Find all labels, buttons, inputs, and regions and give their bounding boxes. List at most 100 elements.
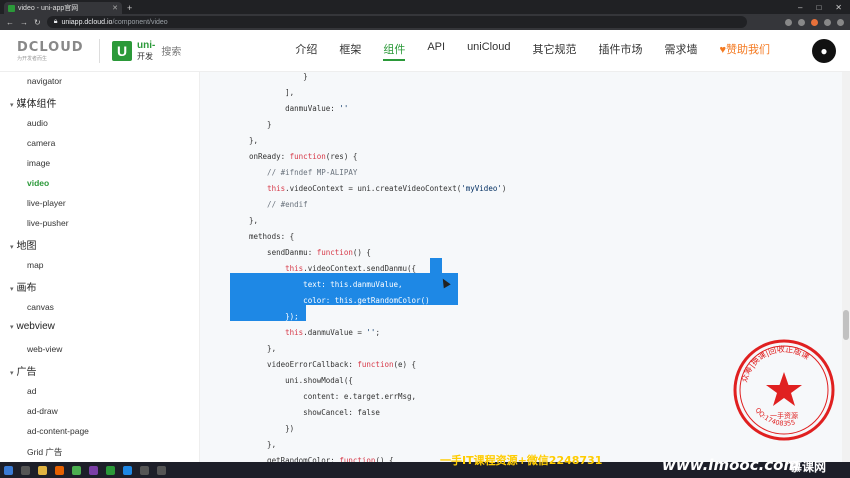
code-line: this.danmuValue = ''; xyxy=(285,328,380,337)
stamp-text: 众筹|换课|回收正版课 xyxy=(740,344,811,384)
sidebar-item[interactable]: web-view xyxy=(27,344,62,354)
chevron-down-icon: ▾ xyxy=(10,370,14,377)
extension-icon[interactable] xyxy=(785,18,792,26)
code-line: }, xyxy=(249,344,277,353)
watermark-url: www.imooc.com xyxy=(662,456,800,474)
menu-icon[interactable] xyxy=(837,18,844,26)
code-line: // #endif xyxy=(249,200,308,209)
main-nav: 介绍 框架 组件 API uniCloud 其它规范 插件市场 需求墙 ♥赞助我… xyxy=(295,41,792,61)
code-line: }, xyxy=(249,136,259,145)
reload-icon[interactable]: ↻ xyxy=(34,18,41,27)
svg-text:众筹|换课|回收正版课: 众筹|换课|回收正版课 xyxy=(740,344,811,384)
browser-toolbar: ← → ↻ 🔒︎ uniapp.dcloud.io/component/vide… xyxy=(0,14,850,30)
scrollbar-thumb[interactable] xyxy=(843,310,849,340)
hbuilder-icon[interactable] xyxy=(106,465,115,475)
sidebar-item[interactable]: audio xyxy=(27,118,48,128)
sidebar-item[interactable]: camera xyxy=(27,138,55,148)
nav-plugin-market[interactable]: 插件市场 xyxy=(598,41,642,61)
start-icon[interactable] xyxy=(4,465,13,475)
url-path: /component/video xyxy=(112,18,168,26)
sidebar-item[interactable]: ad-content-page xyxy=(27,426,89,436)
browser-tab[interactable]: video - uni-app官网 ✕ xyxy=(4,2,122,14)
tab-title: video - uni-app官网 xyxy=(18,5,79,12)
code-line: }, xyxy=(249,216,259,225)
code-line: // #ifndef MP-ALIPAY xyxy=(249,168,358,177)
firefox-icon[interactable] xyxy=(55,465,64,475)
stamp-center-text: 一手资源 xyxy=(770,411,798,420)
nav-demand-wall[interactable]: 需求墙 xyxy=(664,41,697,61)
vscode-icon[interactable] xyxy=(123,465,132,475)
uni-text: uni- xyxy=(137,39,156,51)
maximize-icon[interactable]: □ xyxy=(816,3,821,12)
code-line: text: this.danmuValue, xyxy=(249,280,403,289)
nav-unicloud[interactable]: uniCloud xyxy=(467,41,510,61)
sidebar-item[interactable]: image xyxy=(27,158,50,168)
sidebar-group[interactable]: ▾ 广告 xyxy=(10,363,37,378)
sidebar-group-label: webview xyxy=(16,321,55,332)
watermark-logo: 慕课网 xyxy=(790,460,827,474)
code-line: } xyxy=(249,120,272,129)
sidebar-group[interactable]: ▾ 媒体组件 xyxy=(10,95,57,110)
sidebar-item[interactable]: navigator xyxy=(27,76,62,86)
tab-close-icon[interactable]: ✕ xyxy=(112,4,118,12)
sidebar-group-label: 广告 xyxy=(16,367,37,378)
code-line: color: this.getRandomColor() xyxy=(249,296,430,305)
sidebar-group[interactable]: ▾ webview xyxy=(10,321,55,332)
nav-api[interactable]: API xyxy=(427,41,445,61)
nav-other-specs[interactable]: 其它规范 xyxy=(532,41,576,61)
code-line: uni.showModal({ xyxy=(249,376,353,385)
back-icon[interactable]: ← xyxy=(6,18,14,27)
dcloud-slogan: 为开发者而生 xyxy=(17,55,48,62)
sidebar-item[interactable]: Grid 广告 xyxy=(27,446,62,458)
sidebar-item[interactable]: live-pusher xyxy=(27,218,69,228)
window-close-icon[interactable]: ✕ xyxy=(835,3,842,12)
nav-framework[interactable]: 框架 xyxy=(339,41,361,61)
chrome-icon[interactable] xyxy=(72,465,81,475)
code-line: }, xyxy=(249,440,277,449)
sidebar-group[interactable]: ▾ 地图 xyxy=(10,237,37,252)
code-line: videoErrorCallback: function(e) { xyxy=(249,360,417,369)
tab-favicon-icon xyxy=(8,4,15,12)
sidebar-item[interactable]: live-player xyxy=(27,198,66,208)
sidebar-item[interactable]: canvas xyxy=(27,302,54,312)
code-line: this.videoContext = uni.createVideoConte… xyxy=(267,184,507,193)
onenote-icon[interactable] xyxy=(89,465,98,475)
github-icon[interactable]: ● xyxy=(812,38,836,63)
lock-icon: 🔒︎ xyxy=(53,18,58,25)
dcloud-logo[interactable]: DCLOUD 为开发者而生 xyxy=(17,39,84,62)
url-host: uniapp.dcloud.io xyxy=(61,18,113,26)
new-tab-icon[interactable]: + xyxy=(127,2,132,14)
star-icon[interactable] xyxy=(798,18,805,26)
nav-sponsor[interactable]: ♥赞助我们 xyxy=(719,41,770,61)
code-line: methods: { xyxy=(249,232,295,241)
code-line: sendDanmu: function() { xyxy=(249,248,371,257)
extension-icon[interactable] xyxy=(811,18,818,26)
minimize-icon[interactable]: – xyxy=(798,3,802,12)
nav-intro[interactable]: 介绍 xyxy=(295,41,317,61)
sidebar-group-label: 画布 xyxy=(16,283,37,294)
watermark-text: 一手IT课程资源+微信2248731 xyxy=(440,454,603,467)
window-controls: – □ ✕ xyxy=(798,0,850,14)
sidebar-item[interactable]: video xyxy=(27,178,49,188)
dcloud-logo-text: DCLOUD xyxy=(17,39,84,55)
page-scrollbar[interactable] xyxy=(842,72,850,462)
sidebar-item[interactable]: ad xyxy=(27,386,36,396)
uni-sub-text: 开发 xyxy=(137,51,153,61)
forward-icon[interactable]: → xyxy=(20,18,28,27)
nav-components[interactable]: 组件 xyxy=(383,41,406,61)
code-line: showCancel: false xyxy=(249,408,380,417)
search-icon[interactable] xyxy=(21,465,30,475)
sidebar-item[interactable]: map xyxy=(27,260,44,270)
sidebar-group[interactable]: ▾ 画布 xyxy=(10,279,37,294)
wechat-icon[interactable] xyxy=(157,465,166,475)
profile-icon[interactable] xyxy=(824,18,831,26)
uniapp-logo-icon[interactable]: U xyxy=(112,40,132,61)
app-icon[interactable] xyxy=(140,465,149,475)
search-input[interactable]: 搜索 xyxy=(161,43,281,58)
code-line: danmuValue: '' xyxy=(249,104,349,113)
divider xyxy=(99,38,100,63)
file-explorer-icon[interactable] xyxy=(38,465,47,475)
sidebar-item[interactable]: ad-draw xyxy=(27,406,58,416)
sidebar: navigator ▾ 媒体组件 audio camera image video live-… xyxy=(0,72,200,462)
address-bar[interactable]: 🔒︎ uniapp.dcloud.io/component/video xyxy=(46,16,747,28)
